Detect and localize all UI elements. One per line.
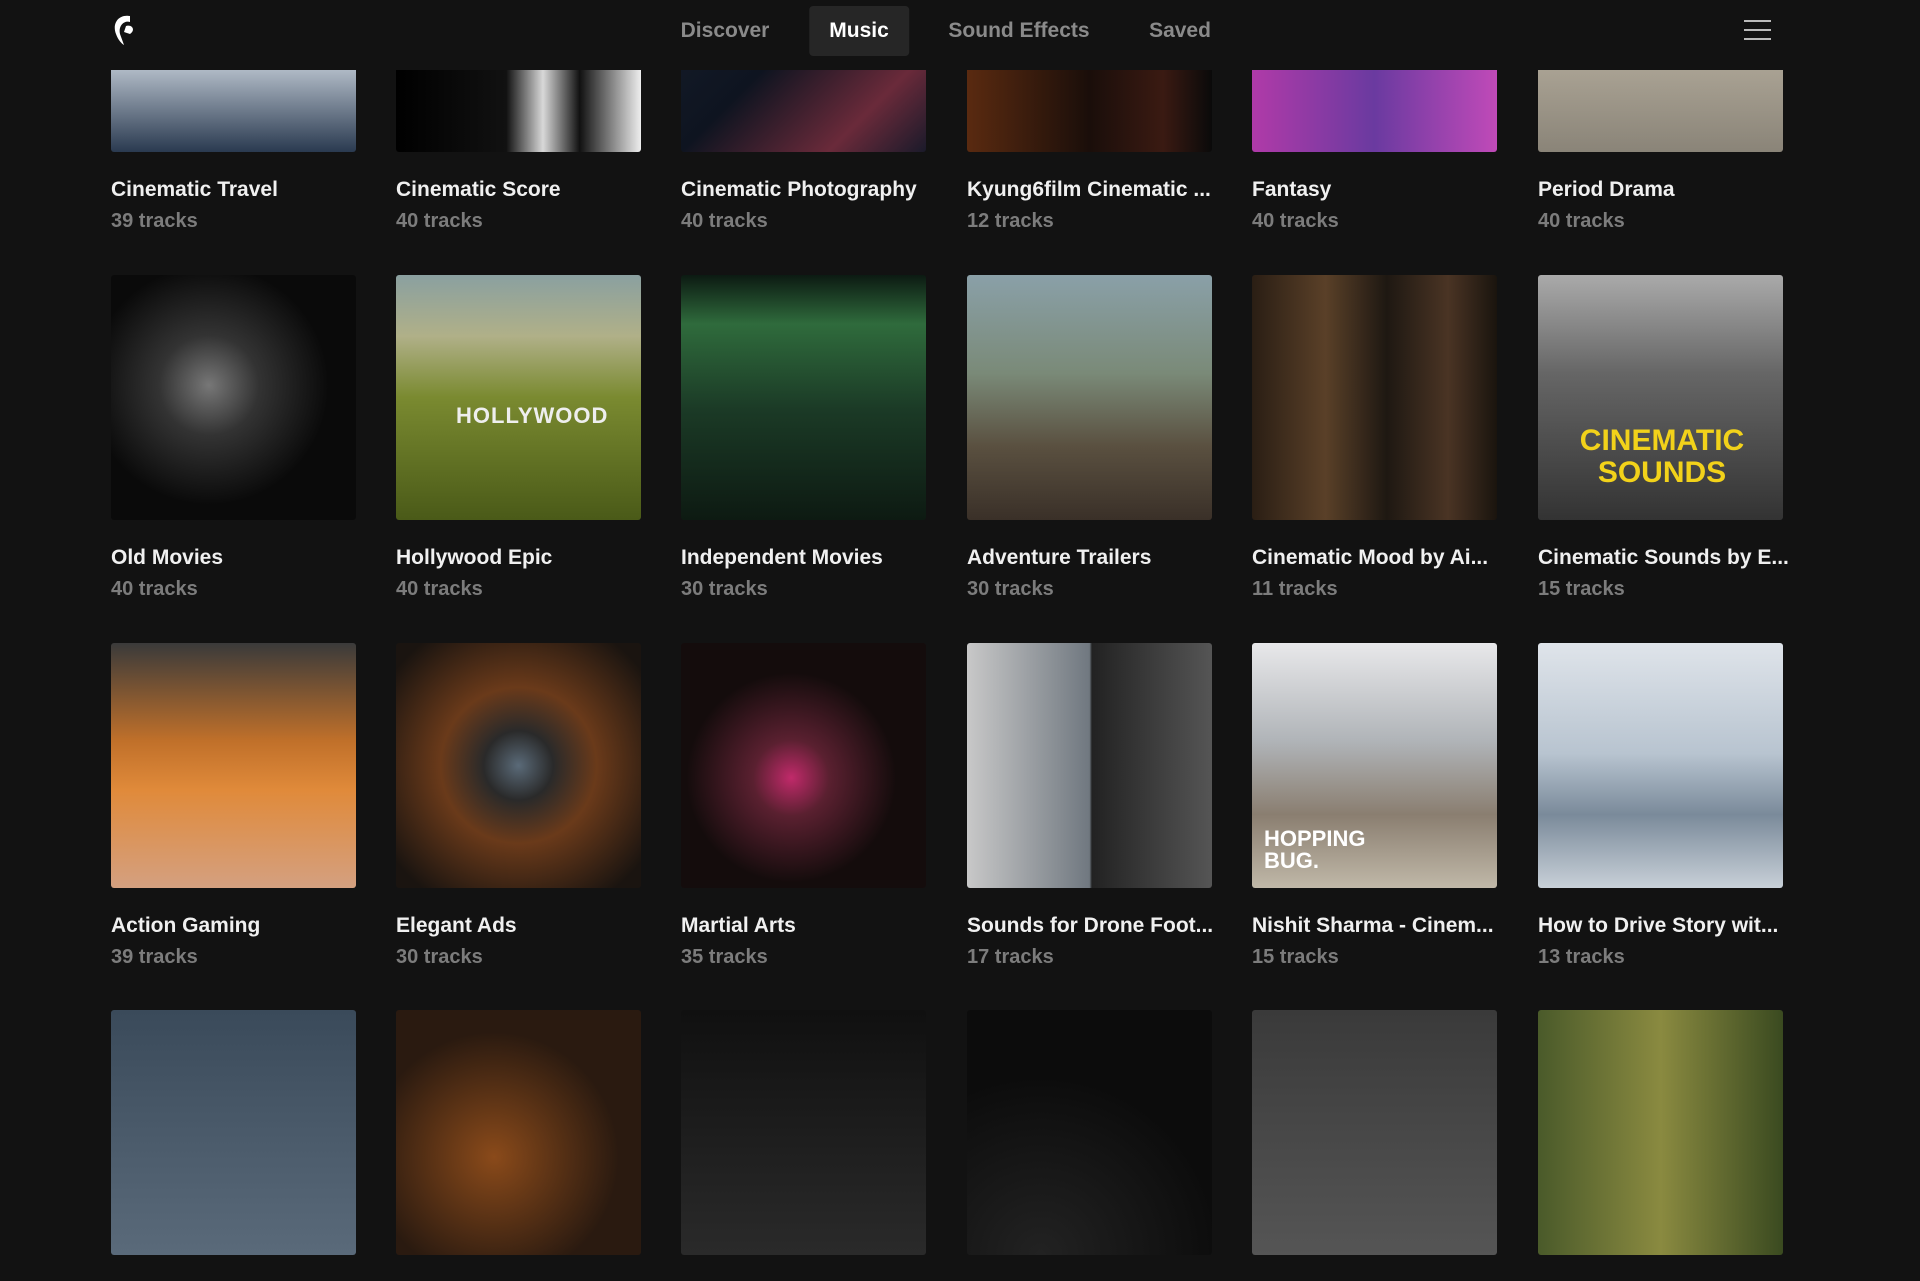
- cover-text: HOPPING BUG.: [1264, 826, 1366, 873]
- playlist-cover-image[interactable]: CINEMATIC SOUNDS: [1538, 275, 1783, 520]
- playlist-title: Fantasy: [1252, 178, 1332, 201]
- playlist-title: Period Drama: [1538, 178, 1675, 201]
- playlist-track-count: 39 tracks: [111, 210, 198, 232]
- playlist-cover-image[interactable]: [967, 275, 1212, 520]
- main-tabs: Discover Music Sound Effects Saved: [0, 6, 1920, 56]
- playlist-card[interactable]: HOLLYWOOD Hollywood Epic 40 tracks: [396, 275, 641, 601]
- playlist-track-count: 40 tracks: [681, 210, 768, 232]
- playlist-card[interactable]: [681, 1010, 926, 1281]
- playlist-title: Hollywood Epic: [396, 546, 553, 569]
- playlist-track-count: 39 tracks: [111, 946, 198, 968]
- playlist-cover-image[interactable]: [1252, 1010, 1497, 1255]
- playlist-track-count: 40 tracks: [396, 210, 483, 232]
- playlist-title: Adventure Trailers: [967, 546, 1152, 569]
- top-nav-bar: Discover Music Sound Effects Saved: [0, 0, 1920, 70]
- playlist-track-count: 30 tracks: [681, 578, 768, 600]
- tab-discover[interactable]: Discover: [661, 6, 790, 56]
- playlist-card[interactable]: How to Drive Story wit... 13 tracks: [1538, 643, 1783, 969]
- tab-sound-effects[interactable]: Sound Effects: [928, 6, 1109, 56]
- playlist-cover-image[interactable]: [1538, 643, 1783, 888]
- playlist-track-count: 15 tracks: [1538, 578, 1625, 600]
- playlist-cover-image[interactable]: [1252, 275, 1497, 520]
- playlist-cover-image[interactable]: HOLLYWOOD: [396, 275, 641, 520]
- playlist-cover-image[interactable]: [967, 643, 1212, 888]
- playlist-track-count: 30 tracks: [967, 578, 1054, 600]
- playlist-track-count: 30 tracks: [396, 946, 483, 968]
- playlist-cover-image[interactable]: [967, 1010, 1212, 1255]
- cover-text: HOLLYWOOD: [456, 403, 609, 428]
- playlist-title: Martial Arts: [681, 914, 796, 937]
- playlist-cover-image[interactable]: [681, 643, 926, 888]
- playlist-title: Kyung6film Cinematic ...: [967, 178, 1211, 201]
- playlist-card[interactable]: Cinematic Mood by Ai... 11 tracks: [1252, 275, 1497, 601]
- playlist-cover-image[interactable]: [396, 643, 641, 888]
- playlist-card[interactable]: Sounds for Drone Foot... 17 tracks: [967, 643, 1214, 969]
- playlist-cover-image[interactable]: [681, 275, 926, 520]
- playlist-card[interactable]: [1538, 1010, 1783, 1281]
- playlist-track-count: 13 tracks: [1538, 946, 1625, 968]
- playlist-card[interactable]: Elegant Ads 30 tracks: [396, 643, 641, 969]
- playlist-track-count: 35 tracks: [681, 946, 768, 968]
- playlist-track-count: 11 tracks: [1252, 578, 1338, 600]
- tab-music[interactable]: Music: [809, 6, 909, 56]
- playlist-title: Action Gaming: [111, 914, 261, 937]
- playlist-cover-image[interactable]: [111, 275, 356, 520]
- playlist-cover-image[interactable]: [681, 1010, 926, 1255]
- playlist-track-count: 40 tracks: [111, 578, 198, 600]
- playlist-card[interactable]: Martial Arts 35 tracks: [681, 643, 926, 969]
- playlist-track-count: 15 tracks: [1252, 946, 1339, 968]
- playlist-title: Cinematic Travel: [111, 178, 278, 201]
- playlist-card[interactable]: CINEMATIC SOUNDS Cinematic Sounds by E..…: [1538, 275, 1789, 601]
- playlist-cover-image[interactable]: [111, 643, 356, 888]
- playlist-card[interactable]: Adventure Trailers 30 tracks: [967, 275, 1212, 601]
- playlist-title: Old Movies: [111, 546, 224, 569]
- playlist-cover-image[interactable]: [111, 1010, 356, 1255]
- playlist-track-count: 12 tracks: [967, 210, 1054, 232]
- playlist-cover-image[interactable]: [1538, 1010, 1783, 1255]
- playlist-card[interactable]: [1252, 1010, 1497, 1281]
- playlist-card[interactable]: Old Movies 40 tracks: [111, 275, 356, 601]
- playlist-cover-image[interactable]: HOPPING BUG.: [1252, 643, 1497, 888]
- hamburger-menu-icon[interactable]: [1744, 20, 1771, 42]
- cover-text: CINEMATIC SOUNDS: [1579, 424, 1745, 489]
- playlist-track-count: 40 tracks: [396, 578, 483, 600]
- playlist-track-count: 17 tracks: [967, 946, 1054, 968]
- playlist-title: Cinematic Photography: [681, 178, 917, 201]
- playlist-card[interactable]: [111, 1010, 356, 1281]
- playlist-title: Independent Movies: [681, 546, 883, 569]
- playlist-title: Nishit Sharma - Cinem...: [1252, 914, 1494, 937]
- playlist-card[interactable]: [396, 1010, 641, 1281]
- playlist-card[interactable]: HOPPING BUG. Nishit Sharma - Cinem... 15…: [1252, 643, 1497, 969]
- playlist-grid: Cinematic Travel 39 tracks Cinematic Sco…: [0, 0, 1920, 1255]
- playlist-title: Sounds for Drone Foot...: [967, 914, 1214, 937]
- playlist-title: Cinematic Mood by Ai...: [1252, 546, 1489, 569]
- playlist-title: How to Drive Story wit...: [1538, 914, 1779, 937]
- playlist-card[interactable]: Action Gaming 39 tracks: [111, 643, 356, 969]
- playlist-track-count: 40 tracks: [1252, 210, 1339, 232]
- playlist-cover-image[interactable]: [396, 1010, 641, 1255]
- playlist-track-count: 40 tracks: [1538, 210, 1625, 232]
- tab-saved[interactable]: Saved: [1129, 6, 1231, 56]
- playlist-title: Cinematic Sounds by E...: [1538, 546, 1789, 569]
- playlist-card[interactable]: Independent Movies 30 tracks: [681, 275, 926, 601]
- playlist-title: Cinematic Score: [396, 178, 561, 201]
- playlist-card[interactable]: [967, 1010, 1212, 1281]
- playlist-title: Elegant Ads: [396, 914, 517, 937]
